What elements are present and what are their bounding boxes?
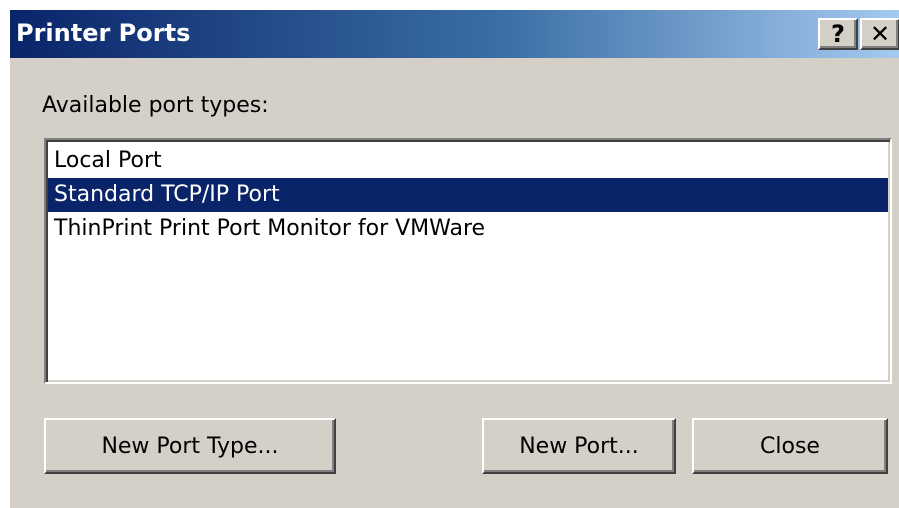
port-types-listbox[interactable]: Local Port Standard TCP/IP Port ThinPrin… bbox=[44, 138, 892, 384]
help-button[interactable]: ? bbox=[818, 18, 858, 50]
title-close-button[interactable]: ✕ bbox=[860, 18, 899, 50]
list-item-thinprint-port-monitor[interactable]: ThinPrint Print Port Monitor for VMWare bbox=[48, 212, 888, 246]
available-port-types-label: Available port types: bbox=[42, 93, 269, 118]
help-icon: ? bbox=[831, 20, 845, 48]
new-port-type-button[interactable]: New Port Type... bbox=[44, 418, 336, 474]
title-bar[interactable]: Printer Ports ? ✕ bbox=[10, 10, 899, 58]
list-item-local-port[interactable]: Local Port bbox=[48, 144, 888, 178]
list-item-standard-tcpip-port[interactable]: Standard TCP/IP Port bbox=[48, 178, 888, 212]
close-icon: ✕ bbox=[869, 20, 891, 48]
new-port-button[interactable]: New Port... bbox=[482, 418, 676, 474]
close-button[interactable]: Close bbox=[692, 418, 888, 474]
printer-ports-dialog: Printer Ports ? ✕ Available port types: … bbox=[8, 8, 899, 508]
window-title: Printer Ports bbox=[16, 19, 191, 47]
